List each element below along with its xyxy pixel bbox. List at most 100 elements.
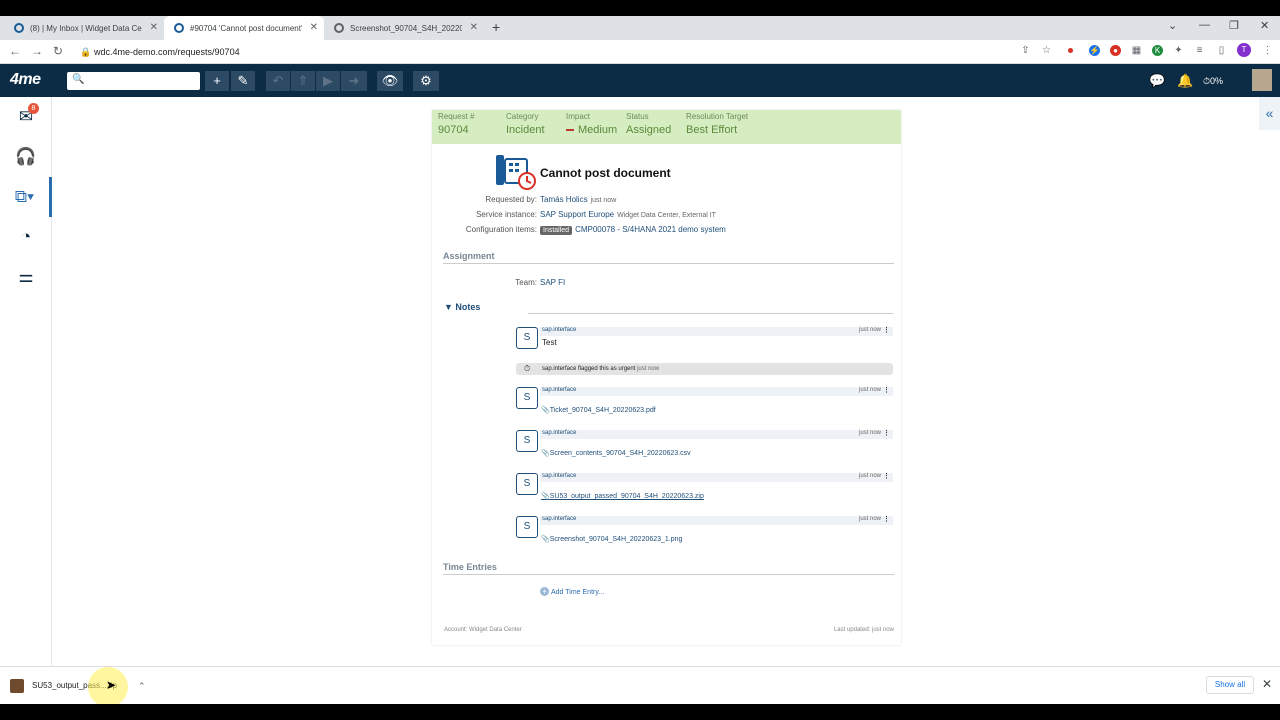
headset-icon[interactable]: 🎧 bbox=[0, 137, 52, 177]
requester-link[interactable]: Tamás Holics bbox=[540, 195, 588, 204]
pencil-icon[interactable]: ✎ bbox=[231, 71, 255, 91]
notes-divider bbox=[528, 313, 893, 314]
team-link[interactable]: SAP FI bbox=[540, 278, 565, 287]
browser-tab-screenshot[interactable]: Screenshot_90704_S4H_2022062 ✕ bbox=[324, 16, 484, 40]
service-instance-extra: Widget Data Center, External IT bbox=[617, 212, 716, 219]
play-icon[interactable]: ▶ bbox=[316, 71, 340, 91]
close-tab-icon[interactable]: ✕ bbox=[150, 22, 158, 33]
note-author[interactable]: sap.interface bbox=[542, 387, 576, 393]
impact-indicator-icon bbox=[566, 129, 574, 132]
puzzle-icon[interactable]: ✦ bbox=[1173, 45, 1184, 56]
add-time-entry-link[interactable]: + Add Time Entry... bbox=[540, 587, 604, 596]
eye-icon[interactable]: 👁 bbox=[377, 71, 403, 91]
share-icon[interactable]: ⇪ bbox=[1020, 45, 1031, 56]
attachment-link[interactable]: 📎Screen_contents_90704_S4H_20220623.csv bbox=[541, 449, 691, 457]
note-avatar: S bbox=[516, 473, 538, 495]
kebab-menu-icon[interactable]: ⋮ bbox=[883, 326, 890, 334]
request-title: Cannot post document bbox=[540, 166, 671, 180]
note-author[interactable]: sap.interface bbox=[542, 516, 576, 522]
search-icon: 🔍 bbox=[72, 74, 85, 85]
back-icon[interactable]: ← bbox=[9, 44, 21, 58]
profile-avatar[interactable]: T bbox=[1237, 43, 1251, 57]
extension-icon[interactable]: ● bbox=[1110, 45, 1121, 56]
kebab-menu-icon[interactable]: ⋮ bbox=[1262, 45, 1273, 56]
close-tab-icon[interactable]: ✕ bbox=[470, 22, 478, 33]
record-icon[interactable] bbox=[1068, 48, 1073, 53]
summary-impact: Impact Medium bbox=[566, 112, 617, 136]
kebab-menu-icon[interactable]: ⋮ bbox=[883, 386, 890, 394]
settings-sliders-icon[interactable]: ⚌ bbox=[0, 257, 52, 297]
note-header bbox=[540, 327, 893, 336]
timer-progress[interactable]: ⏱0% bbox=[1203, 71, 1223, 91]
bell-icon[interactable]: 🔔 bbox=[1177, 71, 1193, 91]
double-chevron-left-icon[interactable]: « bbox=[1259, 97, 1280, 130]
reading-list-icon[interactable]: ≡ bbox=[1194, 45, 1205, 56]
undo-icon[interactable]: ↶ bbox=[266, 71, 290, 91]
requested-by-value: Tamás Holics just now bbox=[540, 195, 616, 204]
kebab-menu-icon[interactable]: ⋮ bbox=[883, 472, 890, 480]
assignment-section-header: Assignment bbox=[443, 251, 894, 264]
analytics-icon[interactable]: ◔ bbox=[0, 217, 52, 257]
letterbox-bottom bbox=[0, 704, 1280, 720]
forward-arrow-icon[interactable]: ➜ bbox=[341, 71, 367, 91]
attachment-name: Screenshot_90704_S4H_20220623_1.png bbox=[549, 536, 683, 543]
merge-icon[interactable]: ⇑ bbox=[291, 71, 315, 91]
ci-link[interactable]: CMP00078 - S/4HANA 2021 demo system bbox=[575, 225, 726, 234]
note-avatar: S bbox=[516, 430, 538, 452]
show-all-button[interactable]: Show all bbox=[1206, 676, 1254, 694]
url-field[interactable]: 🔒 wdc.4me-demo.com/requests/90704 bbox=[76, 43, 1066, 61]
note-header bbox=[540, 430, 893, 439]
user-avatar[interactable] bbox=[1252, 69, 1272, 91]
chat-icon[interactable]: 💬 bbox=[1149, 71, 1165, 91]
chevron-up-icon[interactable]: ⌃ bbox=[138, 676, 146, 696]
search-input[interactable]: 🔍 bbox=[67, 72, 200, 90]
paperclip-icon: 📎 bbox=[541, 407, 550, 414]
new-tab-button[interactable]: + bbox=[492, 19, 500, 35]
team-label: Team: bbox=[515, 278, 537, 287]
lock-icon: 🔒 bbox=[80, 47, 92, 57]
qr-icon[interactable]: ▦ bbox=[1131, 45, 1142, 56]
inbox-badge: 8 bbox=[28, 103, 39, 114]
app-logo[interactable]: 4me bbox=[10, 71, 41, 89]
note-header bbox=[540, 473, 893, 482]
attachment-link[interactable]: 📎Ticket_90704_S4H_20220623.pdf bbox=[541, 406, 656, 414]
star-icon[interactable]: ☆ bbox=[1041, 45, 1052, 56]
forward-icon[interactable]: → bbox=[31, 44, 43, 58]
summary-label: Category bbox=[506, 112, 539, 121]
kebab-menu-icon[interactable]: ⋮ bbox=[883, 429, 890, 437]
records-icon[interactable]: ⧉▾ bbox=[0, 177, 52, 217]
attachment-name: Ticket_90704_S4H_20220623.pdf bbox=[549, 407, 656, 414]
restore-icon[interactable]: ❐ bbox=[1229, 19, 1239, 32]
close-tab-icon[interactable]: ✕ bbox=[310, 22, 318, 33]
notes-toggle[interactable]: ▼ Notes bbox=[444, 302, 480, 312]
browser-tab-request[interactable]: #90704 'Cannot post document' ✕ bbox=[164, 16, 324, 40]
note-author[interactable]: sap.interface bbox=[542, 430, 576, 436]
add-icon[interactable]: + bbox=[205, 71, 229, 91]
extension-icon[interactable]: K bbox=[1152, 45, 1163, 56]
attachment-link[interactable]: 📎Screenshot_90704_S4H_20220623_1.png bbox=[541, 535, 682, 543]
chevron-down-icon[interactable]: ⌄ bbox=[1168, 19, 1177, 32]
kebab-menu-icon[interactable]: ⋮ bbox=[883, 515, 890, 523]
summary-value: Assigned bbox=[626, 124, 672, 136]
last-updated-footer: Last updated: just now bbox=[833, 627, 894, 633]
service-instance-value: SAP Support Europe Widget Data Center, Ex… bbox=[540, 210, 716, 219]
note-time: just now bbox=[858, 327, 881, 333]
gear-icon[interactable]: ⚙ bbox=[413, 71, 439, 91]
minimize-icon[interactable]: — bbox=[1199, 19, 1210, 31]
screen: (8) | My Inbox | Widget Data Cen ✕ #9070… bbox=[0, 0, 1280, 720]
note-author[interactable]: sap.interface bbox=[542, 473, 576, 479]
sidepanel-icon[interactable]: ▯ bbox=[1216, 45, 1227, 56]
note-author[interactable]: sap.interface bbox=[542, 327, 576, 333]
browser-tab-inbox[interactable]: (8) | My Inbox | Widget Data Cen ✕ bbox=[4, 16, 164, 40]
attachment-link[interactable]: 📎SU53_output_passed_90704_S4H_20220623.z… bbox=[541, 492, 704, 500]
paperclip-icon: 📎 bbox=[541, 493, 550, 500]
service-instance-link[interactable]: SAP Support Europe bbox=[540, 210, 614, 219]
close-download-bar-icon[interactable]: ✕ bbox=[1262, 677, 1272, 691]
close-window-icon[interactable]: ✕ bbox=[1260, 19, 1269, 32]
flag-text: sap.interface flagged this as urgent bbox=[542, 366, 636, 372]
inbox-icon[interactable]: ✉ 8 bbox=[0, 97, 52, 137]
archive-file-icon bbox=[10, 679, 24, 693]
reload-icon[interactable]: ↻ bbox=[53, 44, 63, 58]
download-item[interactable]: SU53_output_pass...zip ⌃ bbox=[8, 676, 156, 696]
extension-icon[interactable]: ⚡ bbox=[1089, 45, 1100, 56]
